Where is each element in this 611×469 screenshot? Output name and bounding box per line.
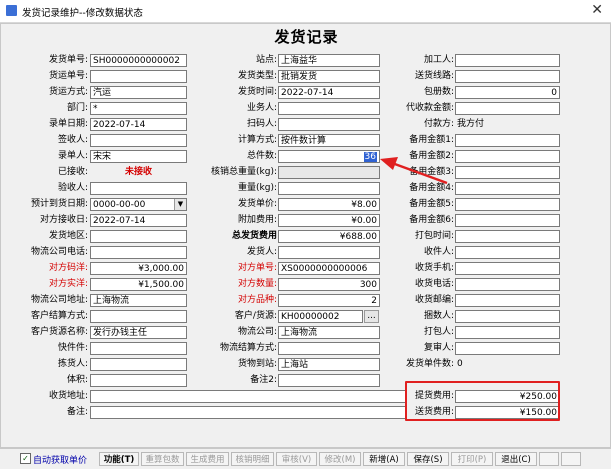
function-button[interactable]: 功能(T) bbox=[99, 452, 139, 466]
save-button[interactable]: 保存(S) bbox=[407, 452, 449, 466]
verify-detail-button[interactable]: 核销明细 bbox=[231, 452, 274, 466]
generate-fee-button[interactable]: 生成费用 bbox=[186, 452, 229, 466]
recalc-pack-button[interactable]: 重算包数 bbox=[141, 452, 184, 466]
annotation-arrow-head bbox=[380, 157, 398, 170]
bottom-toolbar: ✓ 自动获取单价 功能(T) 重算包数 生成费用 核销明细 审核(V) 修改(M… bbox=[0, 448, 611, 469]
auto-price-label: 自动获取单价 bbox=[33, 456, 88, 466]
new-button[interactable]: 新增(A) bbox=[363, 452, 405, 466]
auto-price-checkbox[interactable]: ✓ bbox=[20, 453, 31, 464]
exit-button[interactable]: 退出(C) bbox=[495, 452, 537, 466]
print-button[interactable]: 打印(P) bbox=[451, 452, 493, 466]
edit-button[interactable]: 修改(M) bbox=[319, 452, 361, 466]
annotation-arrow bbox=[380, 157, 448, 185]
annotation-arrow-line bbox=[391, 161, 448, 185]
extra-button-1[interactable] bbox=[539, 452, 559, 466]
extra-button-2[interactable] bbox=[561, 452, 581, 466]
review-button[interactable]: 审核(V) bbox=[276, 452, 317, 466]
